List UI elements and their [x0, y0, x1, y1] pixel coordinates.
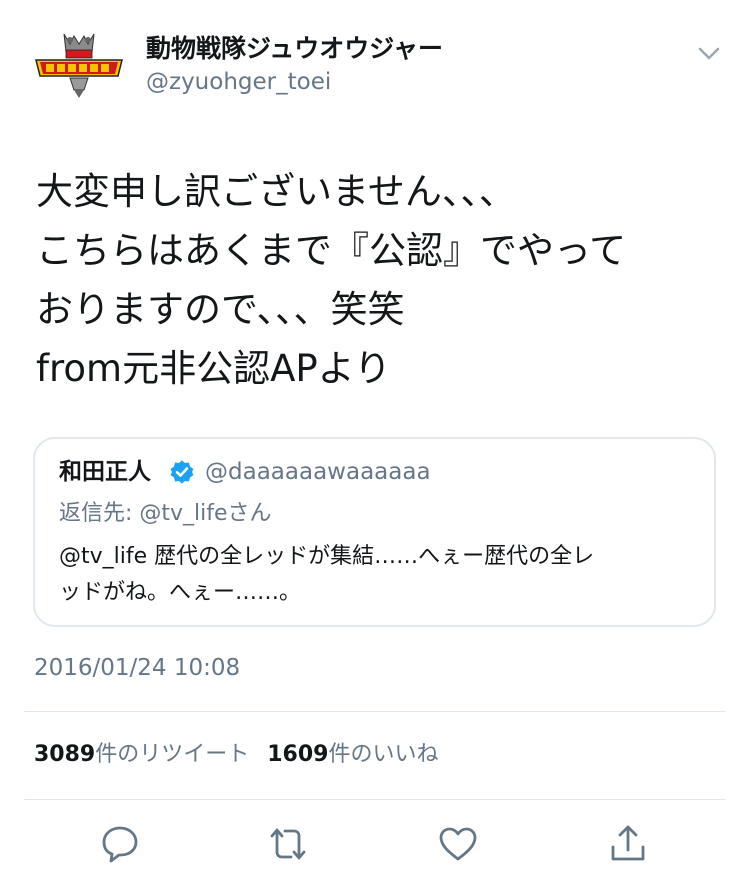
- tweet-text: 大変申し訳ございません、、、 こちらはあくまで『公認』でやって おりますので、、…: [36, 162, 726, 398]
- divider: [24, 799, 726, 800]
- heart-icon[interactable]: [436, 822, 480, 866]
- author-handle[interactable]: @zyuohger_toei: [146, 68, 331, 96]
- tweet-text-line: from元非公認APより: [36, 347, 391, 390]
- like-label: 件のいいね: [328, 742, 439, 767]
- tweet-text-line: 大変申し訳ございません、、、: [36, 170, 516, 213]
- tweet-text-line: おりますので、、、笑笑: [36, 288, 405, 331]
- avatar[interactable]: [30, 30, 128, 102]
- author-display-name[interactable]: 動物戦隊ジュウオウジャー: [146, 34, 443, 64]
- zyuohger-logo-image: [35, 33, 123, 98]
- quoted-reply-context: 返信先: @tv_lifeさん: [59, 501, 272, 526]
- quoted-text-line: @tv_life 歴代の全レッドが集結……へぇー歴代の全レ: [59, 544, 595, 569]
- tweet-timestamp: 2016/01/24 10:08: [34, 655, 241, 681]
- like-count: 1609: [267, 742, 329, 767]
- retweet-label: 件のリツイート: [95, 742, 250, 767]
- share-icon[interactable]: [606, 822, 650, 866]
- verified-badge-icon: [169, 459, 195, 485]
- quoted-author-name: 和田正人: [59, 459, 151, 485]
- chevron-down-icon[interactable]: [694, 38, 724, 68]
- retweets-stat[interactable]: 3089件のリツイート: [34, 742, 249, 767]
- quoted-tweet-text: @tv_life 歴代の全レッドが集結……へぇー歴代の全レ ッドがね。へぇー………: [59, 539, 699, 611]
- reply-icon[interactable]: [98, 822, 142, 866]
- likes-stat[interactable]: 1609件のいいね: [267, 742, 438, 767]
- quoted-author-handle: @daaaaaawaaaaaa: [205, 459, 431, 485]
- tweet-text-line: こちらはあくまで『公認』でやって: [36, 229, 627, 272]
- quoted-text-line: ッドがね。へぇー……。: [59, 580, 302, 605]
- divider: [24, 711, 726, 712]
- engagement-stats: 3089件のリツイート 1609件のいいね: [34, 740, 439, 770]
- quoted-tweet-card[interactable]: 和田正人 @daaaaaawaaaaaa 返信先: @tv_lifeさん @tv…: [33, 437, 716, 627]
- retweet-count: 3089: [34, 742, 96, 767]
- retweet-icon[interactable]: [266, 822, 310, 866]
